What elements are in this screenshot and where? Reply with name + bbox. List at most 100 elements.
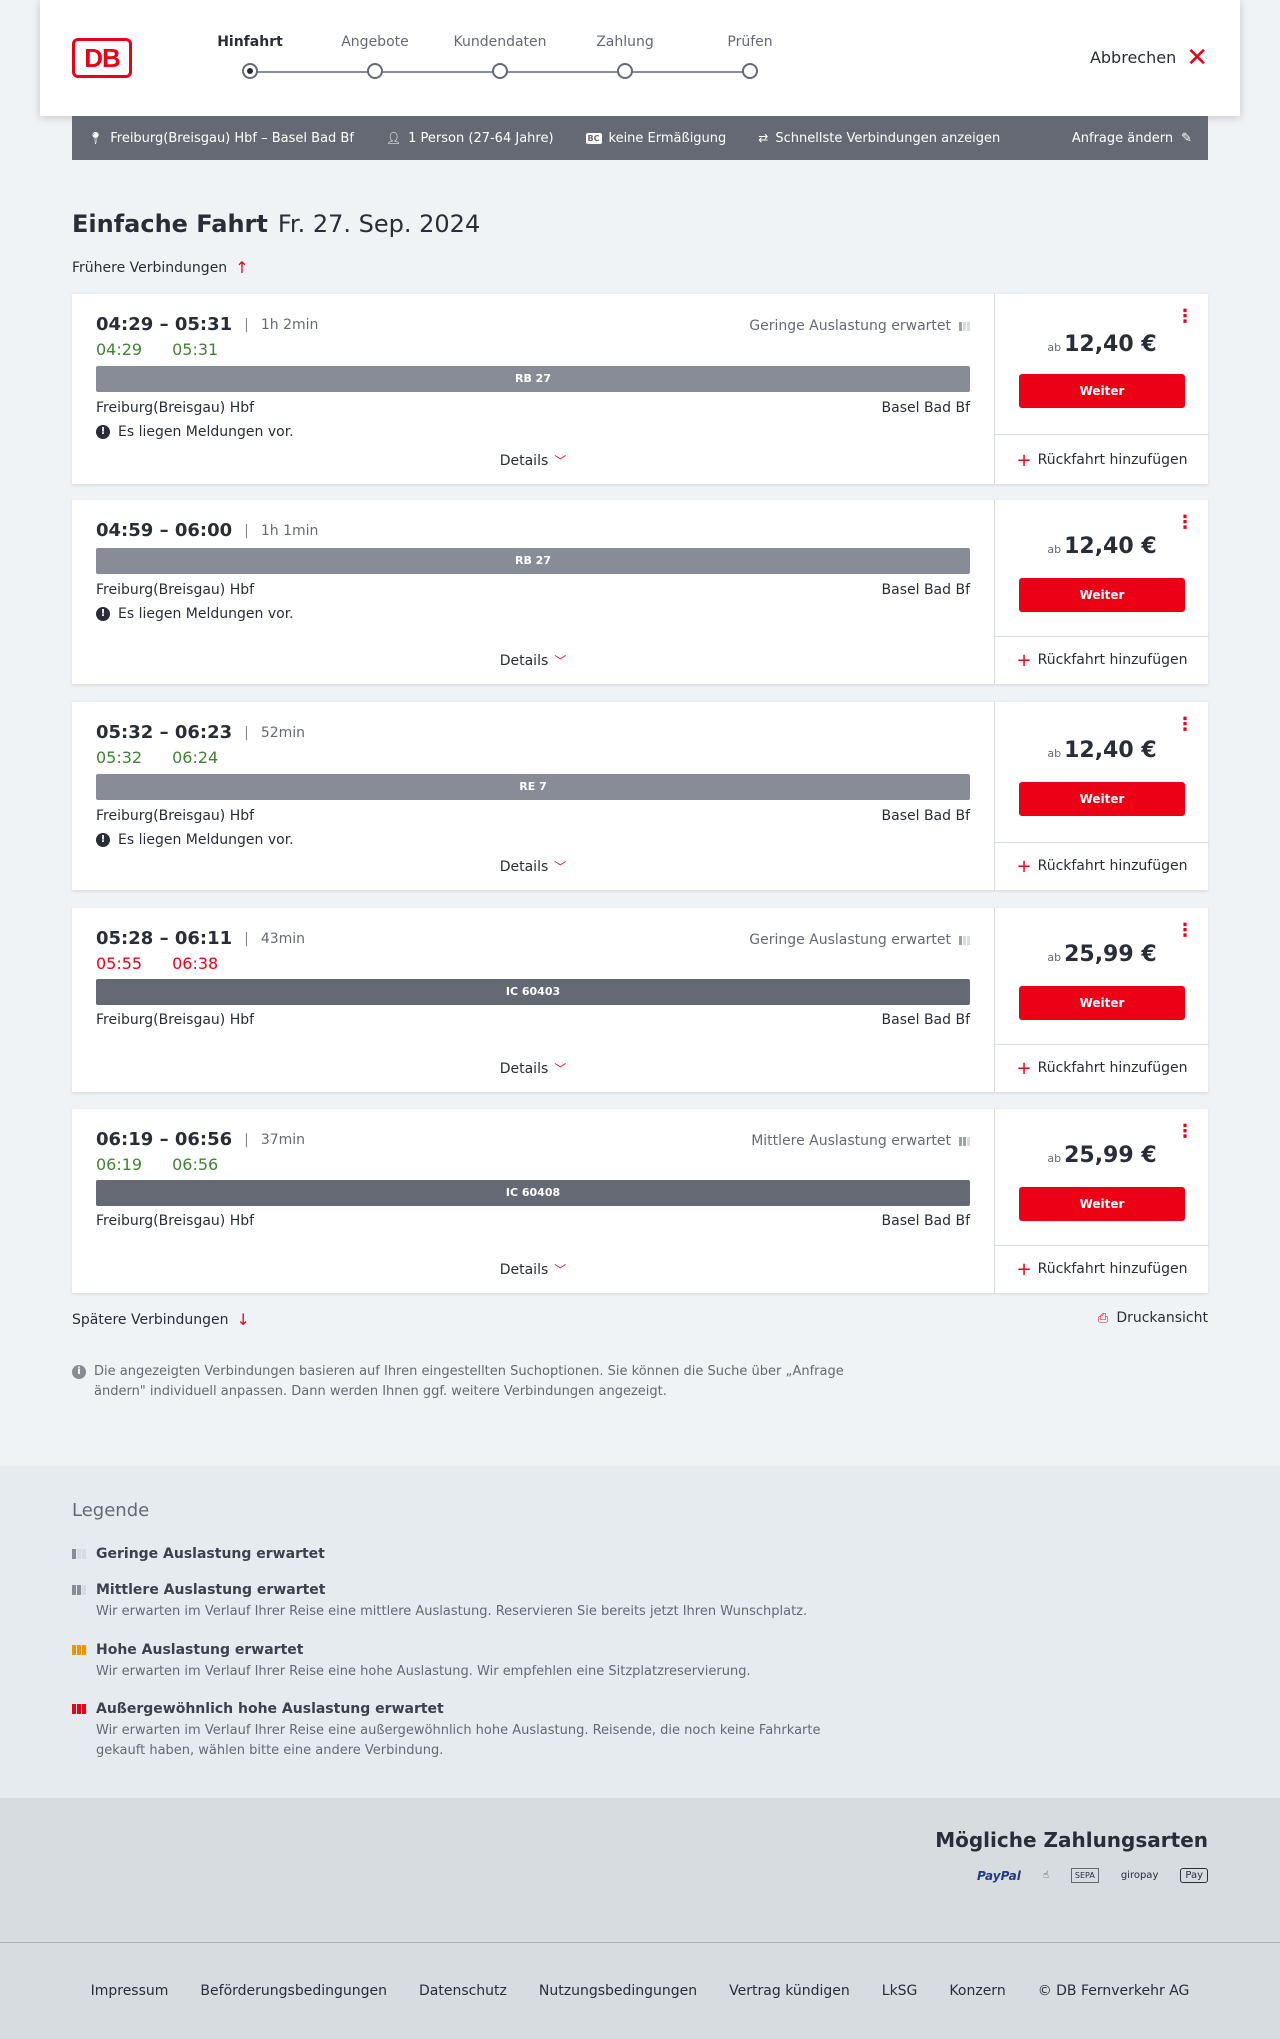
duration: 1h 2min: [260, 316, 319, 333]
details-toggle[interactable]: Details ﹀: [72, 1060, 994, 1077]
price-prefix: ab: [1047, 747, 1062, 760]
occupancy-info: Mittlere Auslastung erwartet: [751, 1133, 970, 1149]
step-angebote: Angebote: [305, 34, 445, 79]
connection-main: 04:59 – 06:00 | 1h 1min RB 27 Freiburg(Bre…: [72, 500, 994, 684]
realtime-arrival: 06:24: [172, 748, 219, 767]
person-icon: 👤︎: [385, 131, 402, 145]
add-return-button[interactable]: + Rückfahrt hinzufügen: [995, 650, 1209, 671]
close-icon: ✕: [1186, 42, 1208, 73]
footer-links: Impressum Beförderungsbedingungen Datens…: [0, 1983, 1280, 1999]
departure-station: Freiburg(Breisgau) Hbf: [96, 400, 255, 416]
train-bar[interactable]: RB 27: [96, 366, 970, 392]
later-connections-link[interactable]: Spätere Verbindungen ↓: [72, 1310, 250, 1329]
connection-times: 05:32 – 06:23 | 52min: [96, 722, 305, 743]
arrival-station: Basel Bad Bf: [881, 808, 970, 824]
departure-station: Freiburg(Breisgau) Hbf: [96, 582, 255, 598]
legend-item-desc: Wir erwarten im Verlauf Ihrer Reise eine…: [96, 1604, 808, 1619]
train-bar[interactable]: IC 60403: [96, 979, 970, 1005]
details-toggle[interactable]: Details ﹀: [72, 1261, 994, 1278]
continue-button[interactable]: Weiter: [1019, 1187, 1185, 1221]
chevron-down-icon: ﹀: [554, 1062, 567, 1076]
page-title: Einfache Fahrt Fr. 27. Sep. 2024: [72, 210, 480, 238]
more-options-icon[interactable]: ⋮: [1176, 922, 1194, 940]
duration: 37min: [260, 1131, 306, 1148]
footer-link-lksg[interactable]: LkSG: [882, 1983, 918, 1999]
fastest-text: Schnellste Verbindungen anzeigen: [775, 130, 1001, 146]
footer-link-konzern[interactable]: Konzern: [949, 1983, 1005, 1999]
add-return-button[interactable]: + Rückfahrt hinzufügen: [995, 1058, 1209, 1079]
footer-link-datenschutz[interactable]: Datenschutz: [419, 1983, 507, 1999]
more-options-icon[interactable]: ⋮: [1176, 716, 1194, 734]
footer-link-vertrag-kuendigen[interactable]: Vertrag kündigen: [729, 1983, 850, 1999]
price-prefix: ab: [1047, 341, 1062, 354]
footer-link-impressum[interactable]: Impressum: [91, 1983, 169, 1999]
footer-link-nutzungsbedingungen[interactable]: Nutzungsbedingungen: [539, 1983, 697, 1999]
connection-times: 05:28 – 06:11 | 43min: [96, 928, 305, 949]
legend-item-title: Hohe Auslastung erwartet: [96, 1642, 304, 1658]
cancel-button[interactable]: Abbrechen ✕: [1089, 42, 1208, 73]
more-options-icon[interactable]: ⋮: [1176, 308, 1194, 326]
train-bar[interactable]: RB 27: [96, 548, 970, 574]
notice: ! Es liegen Meldungen vor.: [96, 832, 294, 848]
db-logo[interactable]: DB: [72, 38, 132, 78]
add-return-button[interactable]: + Rückfahrt hinzufügen: [995, 450, 1209, 471]
step-hinfahrt: Hinfahrt: [180, 34, 320, 79]
occupancy-medium-icon: [72, 1585, 86, 1595]
occupancy-low-icon: [959, 935, 970, 945]
arrival-station: Basel Bad Bf: [881, 400, 970, 416]
continue-button[interactable]: Weiter: [1019, 578, 1185, 612]
discount-summary: BC keine Ermäßigung: [585, 131, 726, 146]
price-panel: ⋮ ab 25,99 € Weiter + Rückfahrt hinzufügen: [994, 1109, 1209, 1293]
details-toggle[interactable]: Details ﹀: [72, 858, 994, 875]
price: ab 12,40 €: [995, 534, 1209, 559]
connection-times: 06:19 – 06:56 | 37min: [96, 1129, 305, 1150]
price-panel: ⋮ ab 12,40 € Weiter + Rückfahrt hinzufügen: [994, 294, 1209, 484]
info-text: Die angezeigten Verbindungen basieren au…: [94, 1364, 844, 1399]
connection-times: 04:59 – 06:00 | 1h 1min: [96, 520, 318, 541]
occupancy-text: Mittlere Auslastung erwartet: [751, 1133, 951, 1149]
pencil-icon: ✎: [1181, 130, 1192, 146]
occupancy-info: Geringe Auslastung erwartet: [749, 932, 970, 948]
connection-card: 05:28 – 06:11 | 43min Geringe Auslastung e…: [72, 908, 1209, 1092]
change-request-button[interactable]: Anfrage ändern ✎: [1072, 131, 1192, 146]
realtime-arrival: 06:38: [172, 954, 219, 973]
payment-title: Mögliche Zahlungsarten: [935, 1828, 1208, 1852]
stations: Freiburg(Breisgau) Hbf Basel Bad Bf: [96, 808, 970, 824]
continue-button[interactable]: Weiter: [1019, 374, 1185, 408]
swap-arrows-icon: ⇄: [758, 131, 769, 145]
details-toggle[interactable]: Details ﹀: [72, 452, 994, 469]
earlier-connections-link[interactable]: Frühere Verbindungen ↑: [72, 258, 249, 277]
occupancy-low-icon: [959, 321, 970, 331]
add-return-button[interactable]: + Rückfahrt hinzufügen: [995, 1259, 1209, 1280]
footer-link-befoerderungsbedingungen[interactable]: Beförderungsbedingungen: [200, 1983, 387, 1999]
more-options-icon[interactable]: ⋮: [1176, 514, 1194, 532]
continue-button[interactable]: Weiter: [1019, 782, 1185, 816]
price: ab 25,99 €: [995, 1143, 1209, 1168]
step-dot: [367, 63, 383, 79]
print-view-link[interactable]: ⎙ Druckansicht: [1098, 1310, 1208, 1326]
duration: 43min: [260, 930, 306, 947]
step-label: Zahlung: [596, 34, 654, 50]
add-return-button[interactable]: + Rückfahrt hinzufügen: [995, 856, 1209, 877]
train-bar[interactable]: IC 60408: [96, 1180, 970, 1206]
legend-item-title: Außergewöhnlich hohe Auslastung erwartet: [96, 1701, 444, 1717]
details-toggle[interactable]: Details ﹀: [72, 652, 994, 669]
more-options-icon[interactable]: ⋮: [1176, 1123, 1194, 1141]
step-kundendaten: Kundendaten: [430, 34, 570, 79]
route-summary: 📍︎ Freiburg(Breisgau) Hbf – Basel Bad Bf: [88, 131, 354, 146]
step-dot: [242, 63, 258, 79]
continue-button[interactable]: Weiter: [1019, 986, 1185, 1020]
occupancy-low-icon: [72, 1549, 86, 1559]
cancel-label: Abbrechen: [1089, 48, 1177, 67]
departure-station: Freiburg(Breisgau) Hbf: [96, 1213, 255, 1229]
progress-stepper: Hinfahrt Angebote Kundendaten Zahlung Pr…: [180, 34, 780, 84]
scheduled-times: 04:59 – 06:00: [96, 520, 233, 541]
train-bar[interactable]: RE 7: [96, 774, 970, 800]
step-dot: [742, 63, 758, 79]
price: ab 25,99 €: [995, 942, 1209, 967]
realtime-departure: 05:32: [96, 748, 143, 767]
payment-icons: PayPal ☝︎ SEPA giropay Pay: [977, 1868, 1208, 1883]
divider: [995, 842, 1209, 843]
step-label: Hinfahrt: [217, 34, 283, 50]
price: ab 12,40 €: [995, 332, 1209, 357]
